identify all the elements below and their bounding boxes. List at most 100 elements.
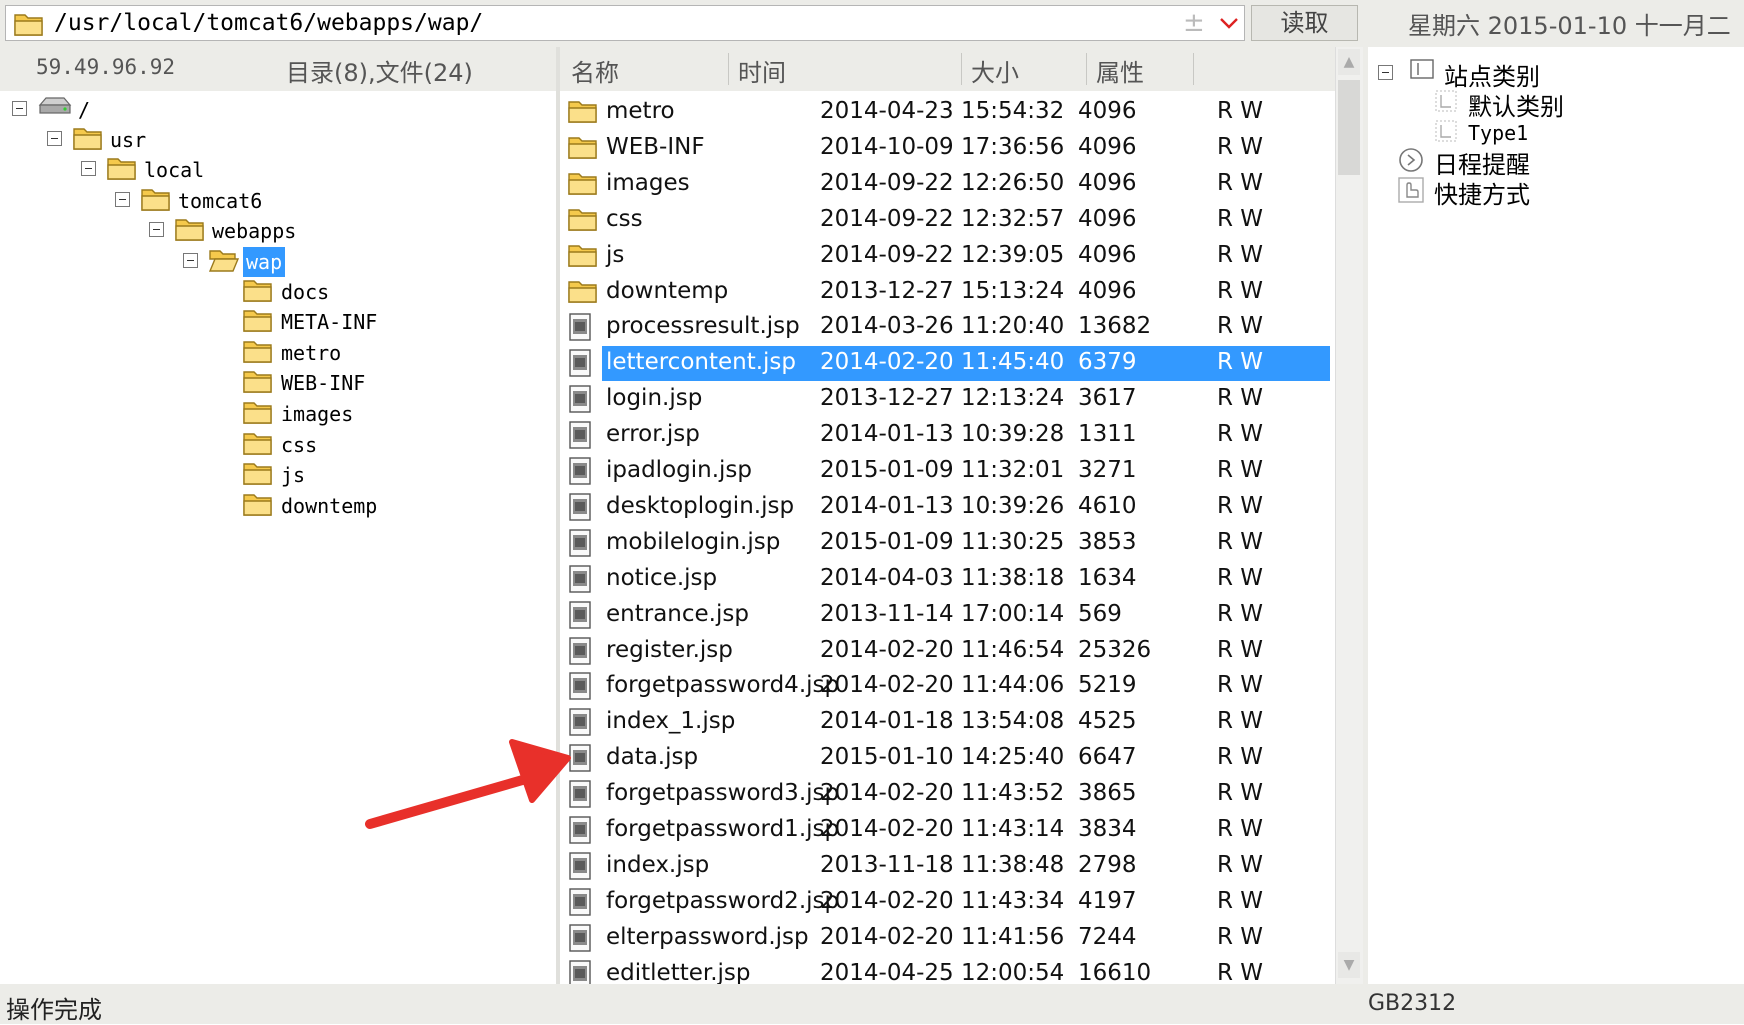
chevron-down-icon[interactable] <box>1218 12 1240 34</box>
file-time: 2014-09-22 12:39:05 <box>820 241 1065 268</box>
tree-node-label[interactable]: metro <box>281 338 341 368</box>
shortcut-label[interactable]: 快捷方式 <box>1434 175 1530 210</box>
file-row[interactable]: metro 2014-04-23 15:54:32 4096 R W <box>560 93 1335 129</box>
file-row[interactable]: images 2014-09-22 12:26:50 4096 R W <box>560 165 1335 201</box>
folder-icon <box>568 134 598 160</box>
file-name: error.jsp <box>606 421 700 448</box>
tree-node-label[interactable]: tomcat6 <box>178 186 262 216</box>
column-divider[interactable] <box>728 53 729 85</box>
path-text: /usr/local/tomcat6/webapps/wap/ <box>54 10 484 36</box>
file-row[interactable]: data.jsp 2015-01-10 14:25:40 6647 R W <box>560 739 1335 775</box>
scroll-down-button[interactable]: ▼ <box>1338 952 1360 978</box>
folder-icon <box>243 277 273 303</box>
file-row[interactable]: ipadlogin.jsp 2015-01-09 11:32:01 3271 R W <box>560 452 1335 488</box>
column-divider[interactable] <box>1086 53 1087 85</box>
plus-minus-icon[interactable]: ± <box>1183 8 1205 38</box>
file-size: 3271 <box>1078 457 1137 483</box>
tree-node-label[interactable]: META-INF <box>281 307 377 337</box>
column-divider[interactable] <box>1193 53 1194 85</box>
file-name: processresult.jsp <box>606 313 800 340</box>
tree-node-label[interactable]: downtemp <box>281 491 377 521</box>
column-header-time[interactable]: 时间 <box>738 53 786 88</box>
tree-node-label[interactable]: local <box>144 155 204 185</box>
tree-node-label[interactable]: images <box>281 399 353 429</box>
file-list-scrollbar[interactable]: ▲ ▼ <box>1335 47 1363 984</box>
file-row[interactable]: index.jsp 2013-11-18 11:38:48 2798 R W <box>560 847 1335 883</box>
tree-node-label[interactable]: WEB-INF <box>281 368 365 398</box>
file-attr: R W <box>1217 708 1264 735</box>
file-row[interactable]: js 2014-09-22 12:39:05 4096 R W <box>560 237 1335 273</box>
file-row[interactable]: index_1.jsp 2014-01-18 13:54:08 4525 R W <box>560 703 1335 739</box>
dir-file-count: 目录(8),文件(24) <box>286 59 473 87</box>
file-row[interactable]: WEB-INF 2014-10-09 17:36:56 4096 R W <box>560 129 1335 165</box>
file-row[interactable]: downtemp 2013-12-27 15:13:24 4096 R W <box>560 273 1335 309</box>
file-time: 2014-10-09 17:36:56 <box>820 133 1065 160</box>
file-size: 1311 <box>1078 421 1137 448</box>
file-attr: R W <box>1217 672 1264 699</box>
collapse-toggle-icon[interactable] <box>47 131 62 146</box>
tree-node-label[interactable]: / <box>78 95 90 125</box>
file-icon <box>568 493 592 521</box>
tree-node-label[interactable]: docs <box>281 277 329 307</box>
read-button[interactable]: 读取 <box>1251 5 1358 41</box>
collapse-toggle-icon[interactable] <box>1378 65 1393 80</box>
file-row[interactable]: processresult.jsp 2014-03-26 11:20:40 1368… <box>560 308 1335 344</box>
file-row[interactable]: editletter.jsp 2014-04-25 12:00:54 16610 R … <box>560 955 1335 984</box>
file-icon <box>568 924 592 952</box>
file-row[interactable]: lettercontent.jsp 2014-02-20 11:45:40 6379… <box>560 344 1335 382</box>
file-row[interactable]: forgetpassword2.jsp 2014-02-20 11:43:34 41… <box>560 883 1335 919</box>
subcategory-icon <box>1435 120 1457 142</box>
file-attr: R W <box>1217 169 1264 196</box>
collapse-toggle-icon[interactable] <box>81 161 96 176</box>
path-input[interactable]: /usr/local/tomcat6/webapps/wap/ ± <box>5 5 1245 41</box>
collapse-toggle-icon[interactable] <box>149 222 164 237</box>
column-divider[interactable] <box>961 53 962 85</box>
file-row[interactable]: register.jsp 2014-02-20 11:46:54 25326 R W <box>560 632 1335 668</box>
file-attr: R W <box>1217 887 1264 914</box>
tree-node-label[interactable]: js <box>281 460 305 490</box>
file-row[interactable]: forgetpassword4.jsp 2014-02-20 11:44:06 52… <box>560 667 1335 703</box>
type1-label[interactable]: Type1 <box>1468 121 1528 145</box>
encoding-indicator[interactable]: GB2312 <box>1368 991 1456 1016</box>
column-header-size[interactable]: 大小 <box>971 53 1019 88</box>
file-name: editletter.jsp <box>606 959 751 984</box>
default-category-label[interactable]: 默认类别 <box>1468 87 1564 122</box>
collapse-toggle-icon[interactable] <box>183 253 198 268</box>
file-size: 4610 <box>1078 492 1137 519</box>
file-row[interactable]: entrance.jsp 2013-11-14 17:00:14 569 R W <box>560 596 1335 632</box>
scroll-thumb[interactable] <box>1338 80 1360 175</box>
shortcut-icon <box>1398 177 1424 203</box>
file-time: 2014-09-22 12:32:57 <box>820 205 1065 232</box>
folder-icon <box>243 491 273 517</box>
file-time: 2014-09-22 12:26:50 <box>820 169 1065 196</box>
file-row[interactable]: forgetpassword3.jsp 2014-02-20 11:43:52 38… <box>560 775 1335 811</box>
file-row[interactable]: css 2014-09-22 12:32:57 4096 R W <box>560 201 1335 237</box>
file-size: 6647 <box>1078 744 1137 771</box>
file-name: forgetpassword3.jsp <box>606 780 840 807</box>
collapse-toggle-icon[interactable] <box>12 101 27 116</box>
column-header-name[interactable]: 名称 <box>571 53 619 88</box>
tree-node-label[interactable]: usr <box>110 125 146 155</box>
status-text: 操作完成 <box>6 996 102 1024</box>
file-row[interactable]: elterpassword.jsp 2014-02-20 11:41:56 7244… <box>560 919 1335 955</box>
file-attr: R W <box>1217 385 1264 412</box>
file-row[interactable]: desktoplogin.jsp 2014-01-13 10:39:26 4610 R… <box>560 488 1335 524</box>
file-row[interactable]: mobilelogin.jsp 2015-01-09 11:30:25 3853 R … <box>560 524 1335 560</box>
collapse-toggle-icon[interactable] <box>115 192 130 207</box>
column-header-attr[interactable]: 属性 <box>1096 53 1144 88</box>
tree-node-label[interactable]: webapps <box>212 216 296 246</box>
file-attr: R W <box>1217 564 1264 591</box>
tree-node-label-selected[interactable]: wap <box>243 247 286 277</box>
file-row[interactable]: login.jsp 2013-12-27 12:13:24 3617 R W <box>560 380 1335 416</box>
file-icon <box>568 637 592 665</box>
file-size: 2798 <box>1078 851 1137 878</box>
file-name: js <box>606 241 625 268</box>
file-row[interactable]: forgetpassword1.jsp 2014-02-20 11:43:14 38… <box>560 811 1335 847</box>
scroll-up-button[interactable]: ▲ <box>1338 49 1360 75</box>
file-row[interactable]: error.jsp 2014-01-13 10:39:28 1311 R W <box>560 416 1335 452</box>
tree-node-label[interactable]: css <box>281 430 317 460</box>
folder-icon <box>73 125 103 151</box>
file-row[interactable]: notice.jsp 2014-04-03 11:38:18 1634 R W <box>560 560 1335 596</box>
file-name: WEB-INF <box>606 133 705 160</box>
file-attr: R W <box>1217 636 1264 663</box>
